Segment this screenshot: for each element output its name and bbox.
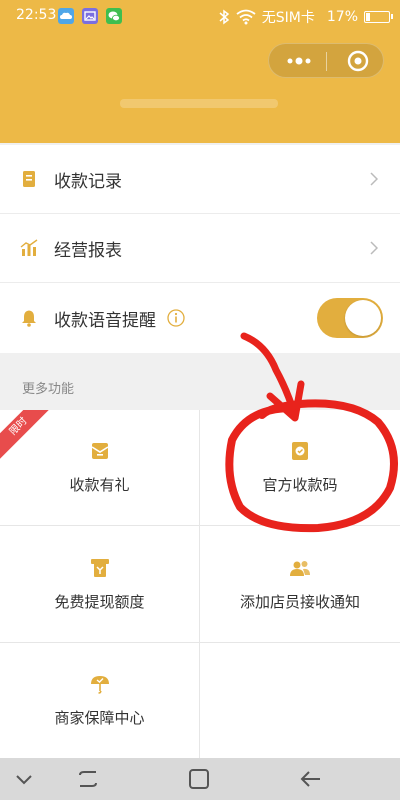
mini-program-capsule <box>268 43 384 78</box>
menu-item-label: 经营报表 <box>54 240 122 261</box>
grid-item-empty <box>200 643 400 758</box>
gift-envelope-icon <box>91 443 108 459</box>
battery-icon <box>364 11 393 23</box>
limited-time-ribbon: 限时 <box>0 410 58 466</box>
info-icon[interactable] <box>167 309 185 327</box>
close-target-icon[interactable] <box>347 50 369 72</box>
umbrella-icon <box>90 676 109 694</box>
receipt-record-icon <box>23 171 35 187</box>
grid-item-label: 收款有礼 <box>69 476 130 494</box>
staff-icon <box>290 560 310 576</box>
toggle-knob <box>345 300 381 336</box>
function-grid: 限时 收款有礼 官方收款码 免费提现额度 添加店员接收通知 商家保障中心 <box>0 410 400 758</box>
menu-item-business-reports[interactable]: 经营报表 <box>0 214 400 283</box>
grid-item-merchant-protection[interactable]: 商家保障中心 <box>0 643 199 758</box>
menu-item-voice-alert: 收款语音提醒 <box>0 283 400 353</box>
carrier-label: 无SIM卡 <box>261 10 315 26</box>
grid-item-label: 官方收款码 <box>262 476 338 494</box>
chevron-right-icon <box>370 241 378 255</box>
bluetooth-icon <box>219 9 229 25</box>
app-cloud-icon <box>58 8 74 24</box>
multitask-icon[interactable] <box>76 767 100 791</box>
voice-alert-toggle[interactable] <box>317 298 383 338</box>
wechat-icon <box>106 8 122 24</box>
gallery-icon <box>82 8 98 24</box>
battery-percent: 17% <box>326 9 358 25</box>
section-title-more-functions: 更多功能 <box>22 382 75 397</box>
wifi-icon <box>236 9 256 25</box>
more-dots-icon[interactable] <box>285 56 313 66</box>
battery-level <box>366 13 370 21</box>
grid-item-label: 添加店员接收通知 <box>239 592 360 611</box>
menu-item-label: 收款语音提醒 <box>54 310 156 331</box>
collapse-chevron-icon[interactable] <box>12 767 36 791</box>
bar-chart-icon <box>20 239 38 256</box>
menu-item-receipt-records[interactable]: 收款记录 <box>0 145 400 214</box>
system-nav-bar <box>0 758 400 800</box>
grid-item-receipt-gift[interactable]: 限时 收款有礼 <box>0 410 199 525</box>
qr-code-icon <box>292 442 308 460</box>
header-title-placeholder <box>120 99 278 108</box>
grid-item-label: 商家保障中心 <box>54 709 145 727</box>
capsule-divider <box>326 52 327 71</box>
back-arrow-icon[interactable] <box>299 767 323 791</box>
menu-item-label: 收款记录 <box>54 171 122 192</box>
grid-item-official-qr-code[interactable]: 官方收款码 <box>200 410 400 525</box>
bell-icon <box>22 310 36 327</box>
grid-item-add-staff-notify[interactable]: 添加店员接收通知 <box>200 526 400 642</box>
grid-item-label: 免费提现额度 <box>54 592 145 611</box>
home-square-icon[interactable] <box>187 767 211 791</box>
withdraw-icon <box>90 558 109 577</box>
status-right: 无SIM卡 17% <box>218 7 393 27</box>
grid-item-free-withdrawal[interactable]: 免费提现额度 <box>0 526 199 642</box>
status-bar: 22:53 无SIM卡 17% <box>0 0 400 32</box>
app-header: 22:53 无SIM卡 17% <box>0 0 400 143</box>
status-time: 22:53 <box>16 7 57 23</box>
menu-list: 收款记录 经营报表 收款语音提醒 <box>0 145 400 353</box>
chevron-right-icon <box>370 172 378 186</box>
